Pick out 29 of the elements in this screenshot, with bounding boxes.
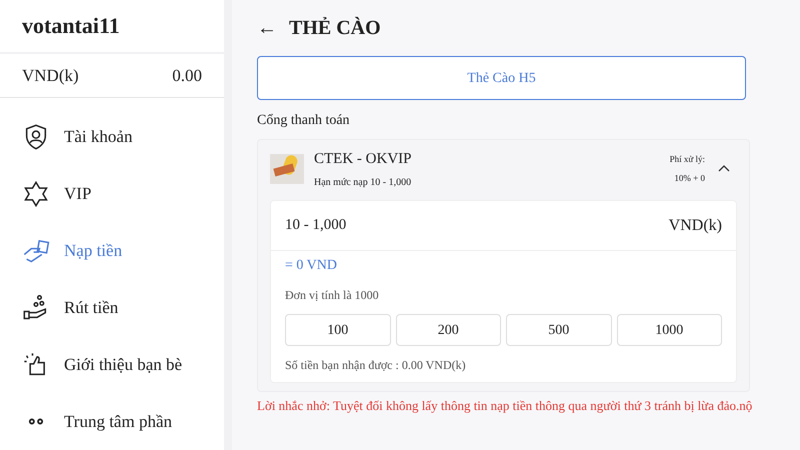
- balance-amount: 0.00: [172, 64, 202, 87]
- menu-item[interactable]: Nạp tiền: [0, 222, 224, 279]
- unit-label: VND(k): [668, 216, 722, 236]
- gateway-limit: Hạn mức nạp 10 - 1,000: [314, 176, 412, 190]
- amount-field[interactable]: 10 - 1,000: [285, 214, 669, 237]
- amount-preset-button[interactable]: 500: [506, 314, 612, 346]
- vip-star-icon: [22, 180, 50, 208]
- menu-item[interactable]: Tài khoản: [0, 108, 224, 165]
- receive-amount: Số tiền bạn nhận được : 0.00 VND(k): [285, 357, 467, 374]
- gateway-logo: [270, 154, 304, 184]
- amount-preset-button[interactable]: 1000: [616, 314, 722, 346]
- menu-item[interactable]: VIP: [0, 165, 224, 222]
- tab[interactable]: Thẻ Cào H5: [257, 56, 746, 100]
- amount-preset-button[interactable]: 100: [285, 314, 390, 346]
- converted-amount: = 0 VND: [285, 257, 338, 275]
- section-label: Cổng thanh toán: [257, 112, 351, 130]
- gateway-name: CTEK - OKVIP: [314, 150, 412, 170]
- back-button[interactable]: ←: [257, 13, 277, 43]
- amount-preset-button[interactable]: 200: [396, 314, 501, 346]
- page-title: THẺ CÀO: [289, 16, 381, 41]
- unit-note: Đơn vị tính là 1000: [285, 287, 380, 304]
- menu-item[interactable]: Rút tiền: [0, 279, 224, 336]
- menu-item[interactable]: Giới thiệu bạn bè: [0, 336, 224, 393]
- menu-item[interactable]: Trung tâm phần: [0, 393, 224, 450]
- dots-icon: [26, 416, 46, 427]
- balance-currency: VND(k): [22, 64, 79, 87]
- fee-label: Phí xử lý:: [670, 152, 705, 166]
- fee-value: 10% + 0: [674, 172, 705, 185]
- username: votantai11: [22, 12, 120, 40]
